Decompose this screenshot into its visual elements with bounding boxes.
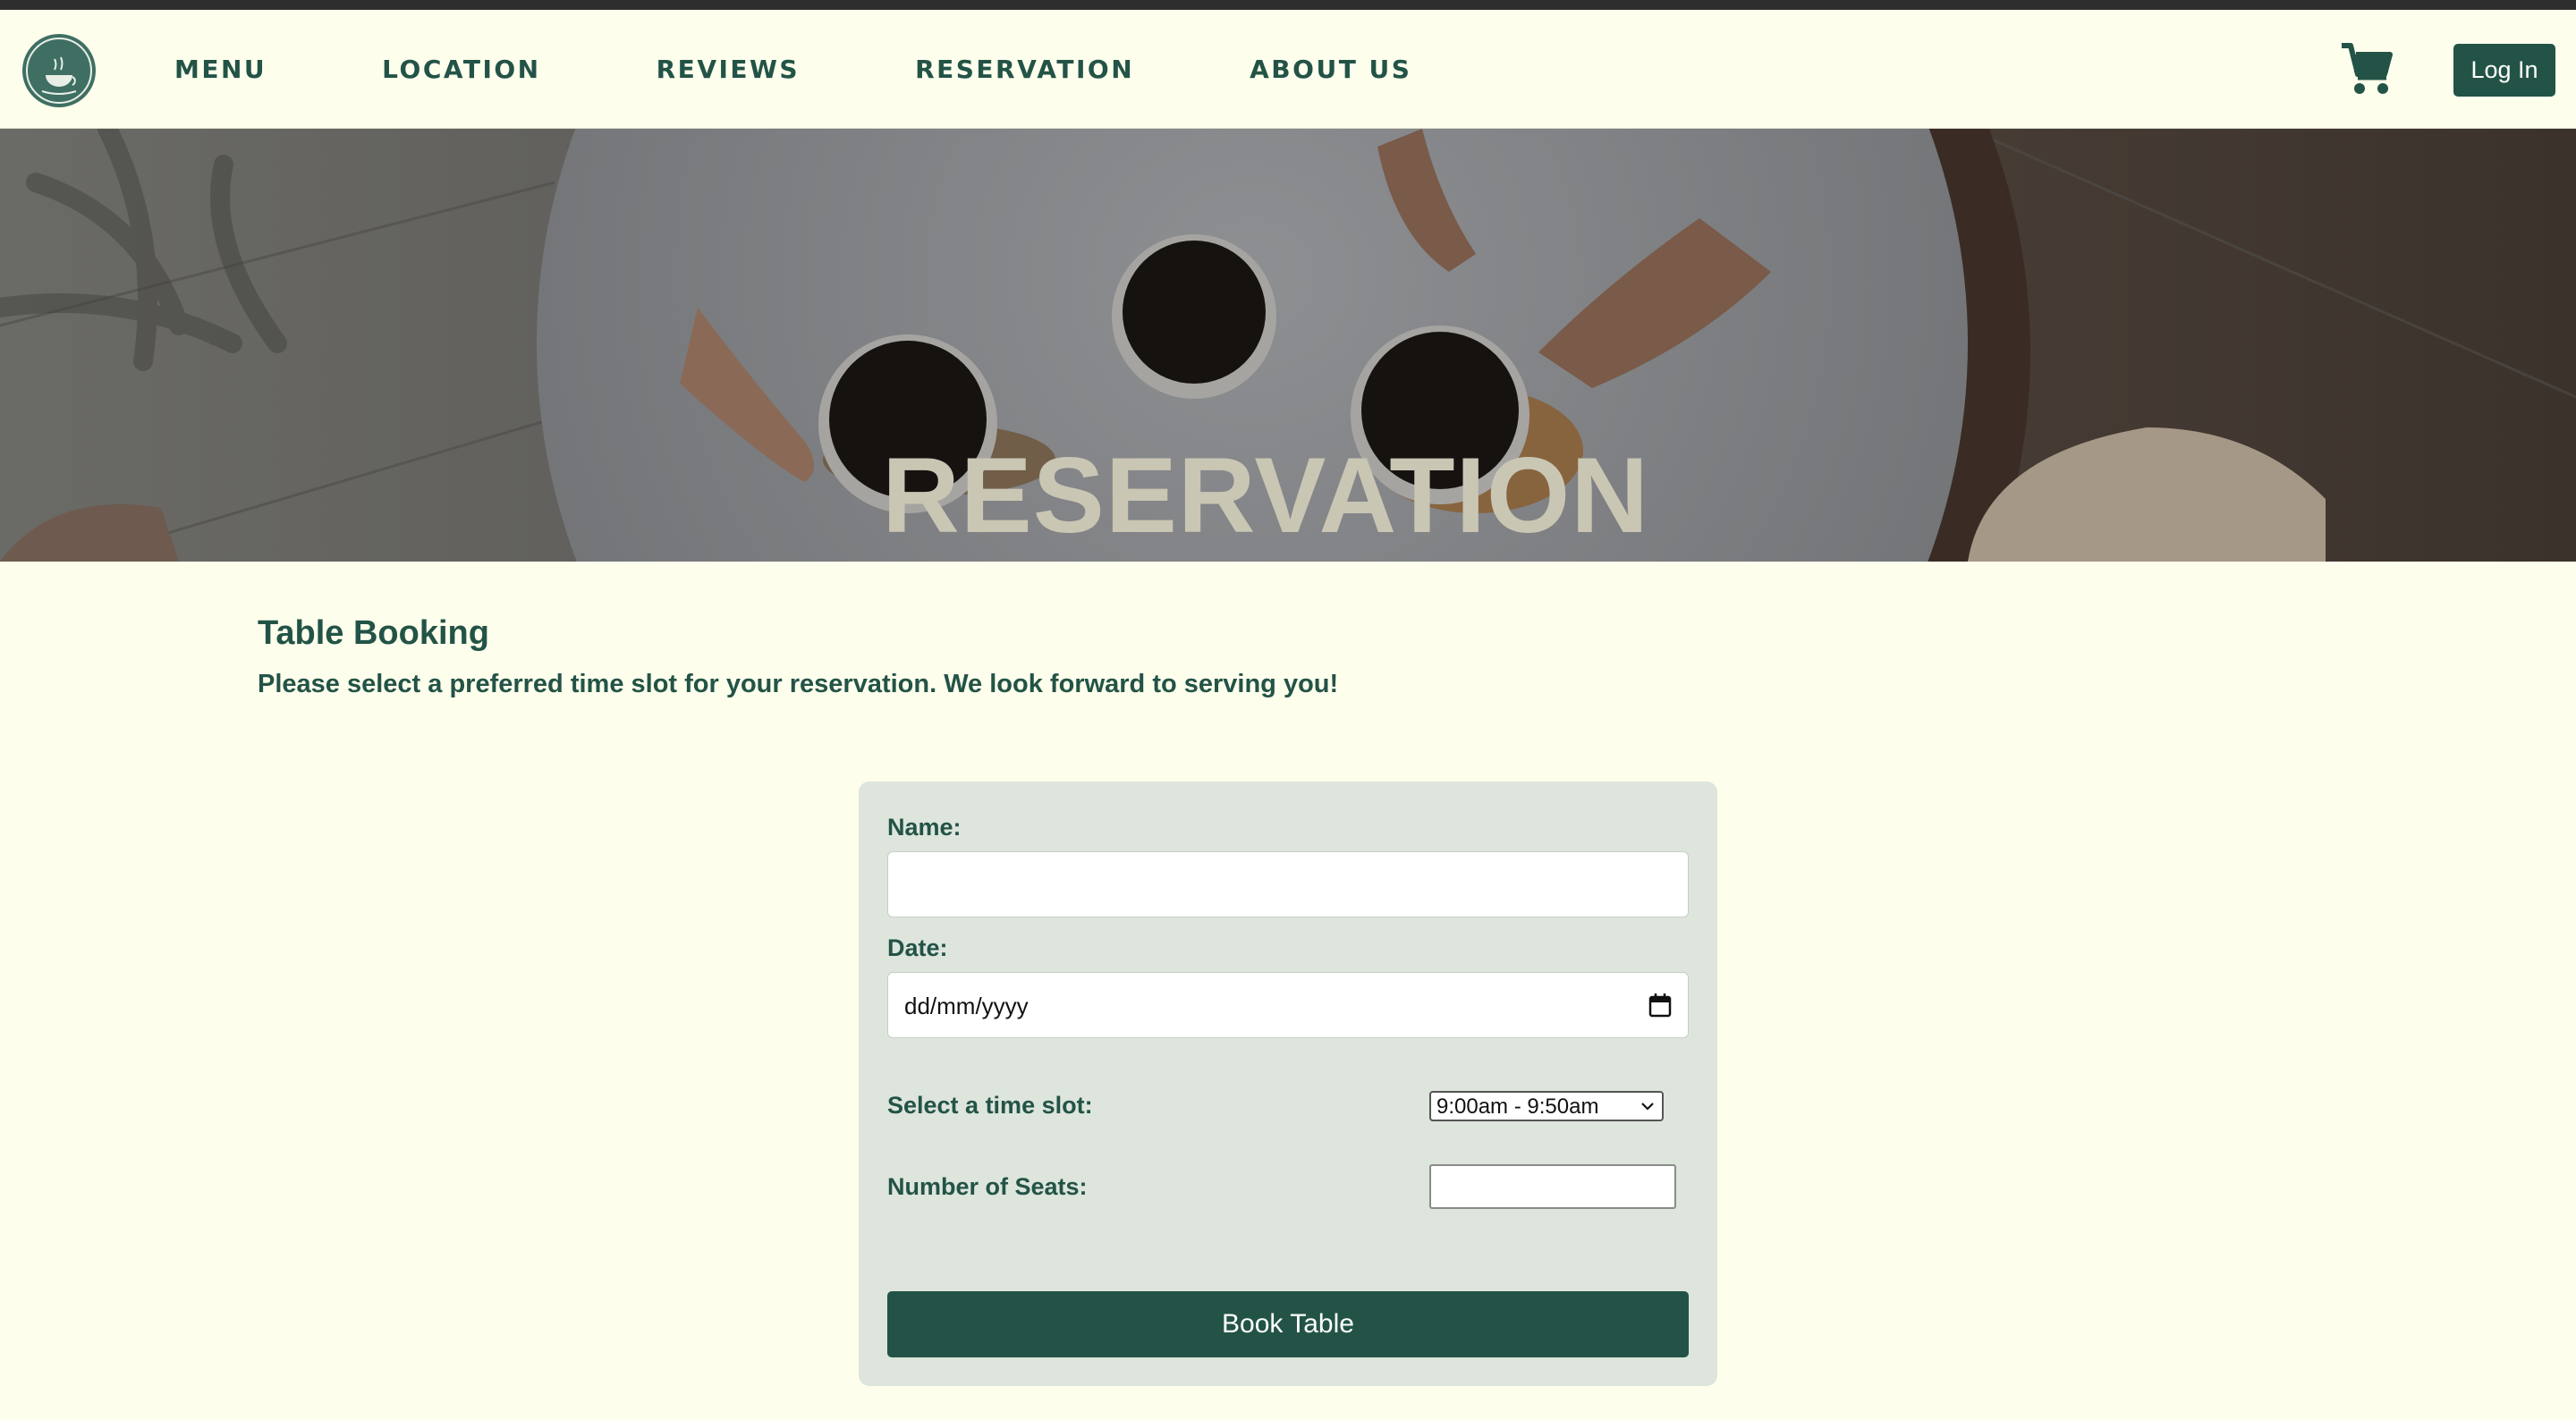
booking-subtitle: Please select a preferred time slot for … [258,670,1339,698]
calendar-icon[interactable] [1648,993,1672,1018]
login-button[interactable]: Log In [2453,44,2555,97]
nav-link-about-us[interactable]: ABOUT US [1250,55,1411,84]
seats-label: Number of Seats: [887,1173,1088,1200]
hero-banner: RESERVATION [0,129,2576,562]
date-label: Date: [887,934,948,961]
nav-links: MENU LOCATION REVIEWS RESERVATION ABOUT … [174,10,1527,129]
nav-link-reviews[interactable]: REVIEWS [657,55,800,84]
browser-top-strip [0,0,2576,10]
date-placeholder: dd/mm/yyyy [904,993,1029,1019]
logo-icon [26,38,92,104]
logo[interactable] [22,34,96,107]
nav-link-location[interactable]: LOCATION [382,55,540,84]
timeslot-select[interactable]: 9:00am - 9:50am [1429,1091,1664,1121]
date-input[interactable]: dd/mm/yyyy [887,972,1689,1038]
timeslot-selected: 9:00am - 9:50am [1436,1095,1599,1119]
top-navigation: MENU LOCATION REVIEWS RESERVATION ABOUT … [0,10,2576,129]
nav-link-reservation[interactable]: RESERVATION [915,55,1134,84]
seats-input[interactable] [1429,1164,1676,1209]
cart-icon[interactable] [2340,40,2394,96]
reservation-form: Name: Date: dd/mm/yyyy Select a time slo… [859,782,1717,1386]
timeslot-label: Select a time slot: [887,1092,1093,1119]
booking-title: Table Booking [258,614,489,652]
name-label: Name: [887,814,962,841]
hero-title: RESERVATION [882,435,1649,555]
nav-link-menu[interactable]: MENU [174,55,267,84]
book-table-button[interactable]: Book Table [887,1291,1689,1357]
name-input[interactable] [887,851,1689,917]
chevron-down-icon [1641,1103,1654,1111]
